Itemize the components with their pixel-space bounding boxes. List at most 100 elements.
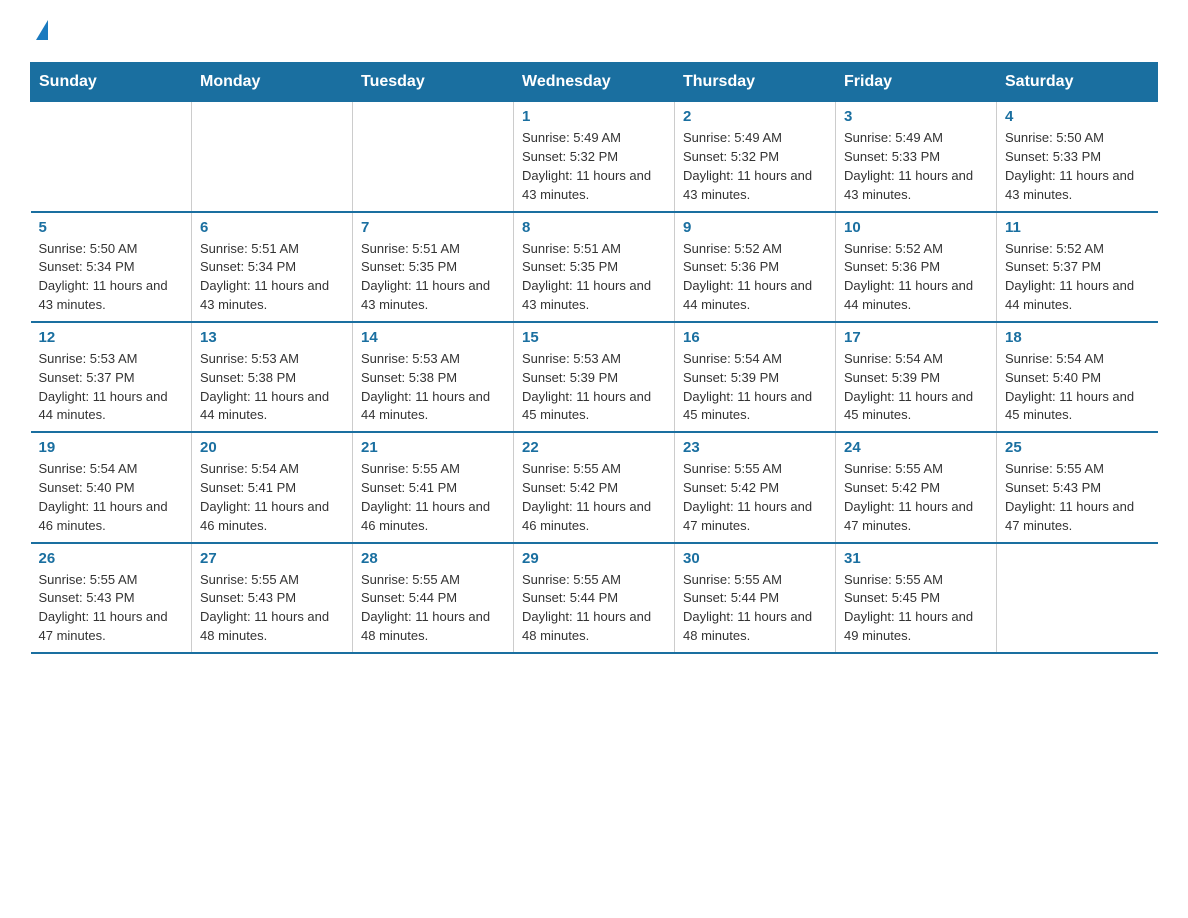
calendar-cell [353,102,514,212]
calendar-cell: 10 Sunrise: 5:52 AM Sunset: 5:36 PM Dayli… [836,212,997,322]
page-header [30,20,1158,42]
day-number: 27 [200,550,344,567]
calendar-cell: 28Sunrise: 5:55 AM Sunset: 5:44 PM Dayli… [353,543,514,653]
day-info: Sunrise: 5:55 AM Sunset: 5:43 PM Dayligh… [1005,460,1150,535]
calendar-cell: 14 Sunrise: 5:53 AM Sunset: 5:38 PM Dayli… [353,322,514,432]
day-info: Sunrise: 5:55 AM Sunset: 5:44 PM Dayligh… [683,571,827,646]
week-row-4: 26 Sunrise: 5:55 AM Sunset: 5:43 PM Dayli… [31,543,1158,653]
day-number: 25 [1005,439,1150,456]
day-number: 20 [200,439,344,456]
calendar-cell: 3 Sunrise: 5:49 AM Sunset: 5:33 PM Daylig… [836,102,997,212]
header-wednesday: Wednesday [514,63,675,102]
calendar-cell [31,102,192,212]
calendar-cell: 30Sunrise: 5:55 AM Sunset: 5:44 PM Dayli… [675,543,836,653]
calendar-cell: 8 Sunrise: 5:51 AM Sunset: 5:35 PM Daylig… [514,212,675,322]
day-number: 21 [361,439,505,456]
calendar-cell: 13Sunrise: 5:53 AM Sunset: 5:38 PM Dayli… [192,322,353,432]
day-info: Sunrise: 5:54 AM Sunset: 5:40 PM Dayligh… [39,460,184,535]
day-number: 5 [39,219,184,236]
header-sunday: Sunday [31,63,192,102]
day-info: Sunrise: 5:50 AM Sunset: 5:34 PM Dayligh… [39,240,184,315]
day-info: Sunrise: 5:52 AM Sunset: 5:36 PM Dayligh… [683,240,827,315]
calendar-cell: 16 Sunrise: 5:54 AM Sunset: 5:39 PM Dayli… [675,322,836,432]
day-number: 23 [683,439,827,456]
day-number: 19 [39,439,184,456]
day-info: Sunrise: 5:55 AM Sunset: 5:41 PM Dayligh… [361,460,505,535]
header-saturday: Saturday [997,63,1158,102]
calendar-cell: 19 Sunrise: 5:54 AM Sunset: 5:40 PM Dayli… [31,432,192,542]
day-info: Sunrise: 5:51 AM Sunset: 5:34 PM Dayligh… [200,240,344,315]
day-info: Sunrise: 5:55 AM Sunset: 5:42 PM Dayligh… [683,460,827,535]
day-number: 1 [522,108,666,125]
day-info: Sunrise: 5:51 AM Sunset: 5:35 PM Dayligh… [522,240,666,315]
header-tuesday: Tuesday [353,63,514,102]
day-info: Sunrise: 5:50 AM Sunset: 5:33 PM Dayligh… [1005,129,1150,204]
calendar-cell: 27 Sunrise: 5:55 AM Sunset: 5:43 PM Dayli… [192,543,353,653]
day-number: 9 [683,219,827,236]
day-number: 12 [39,329,184,346]
header-monday: Monday [192,63,353,102]
header-friday: Friday [836,63,997,102]
calendar-cell: 21 Sunrise: 5:55 AM Sunset: 5:41 PM Dayli… [353,432,514,542]
day-info: Sunrise: 5:53 AM Sunset: 5:37 PM Dayligh… [39,350,184,425]
logo [30,20,48,42]
day-info: Sunrise: 5:51 AM Sunset: 5:35 PM Dayligh… [361,240,505,315]
day-info: Sunrise: 5:55 AM Sunset: 5:44 PM Dayligh… [522,571,666,646]
logo-triangle-icon [36,20,48,40]
day-number: 13 [200,329,344,346]
calendar-cell: 15 Sunrise: 5:53 AM Sunset: 5:39 PM Dayli… [514,322,675,432]
day-info: Sunrise: 5:52 AM Sunset: 5:37 PM Dayligh… [1005,240,1150,315]
day-info: Sunrise: 5:54 AM Sunset: 5:39 PM Dayligh… [683,350,827,425]
calendar-cell: 17 Sunrise: 5:54 AM Sunset: 5:39 PM Dayli… [836,322,997,432]
header-thursday: Thursday [675,63,836,102]
day-number: 4 [1005,108,1150,125]
day-number: 24 [844,439,988,456]
day-number: 10 [844,219,988,236]
day-number: 31 [844,550,988,567]
calendar-cell: 31 Sunrise: 5:55 AM Sunset: 5:45 PM Dayli… [836,543,997,653]
calendar-cell: 20 Sunrise: 5:54 AM Sunset: 5:41 PM Dayli… [192,432,353,542]
calendar-cell: 9 Sunrise: 5:52 AM Sunset: 5:36 PM Daylig… [675,212,836,322]
day-info: Sunrise: 5:55 AM Sunset: 5:43 PM Dayligh… [200,571,344,646]
day-info: Sunrise: 5:55 AM Sunset: 5:42 PM Dayligh… [844,460,988,535]
day-number: 15 [522,329,666,346]
day-info: Sunrise: 5:49 AM Sunset: 5:32 PM Dayligh… [683,129,827,204]
calendar-cell: 1Sunrise: 5:49 AM Sunset: 5:32 PM Daylig… [514,102,675,212]
calendar-cell: 24 Sunrise: 5:55 AM Sunset: 5:42 PM Dayli… [836,432,997,542]
day-info: Sunrise: 5:55 AM Sunset: 5:45 PM Dayligh… [844,571,988,646]
day-number: 28 [361,550,505,567]
calendar-cell: 11Sunrise: 5:52 AM Sunset: 5:37 PM Dayli… [997,212,1158,322]
calendar-cell: 18 Sunrise: 5:54 AM Sunset: 5:40 PM Dayli… [997,322,1158,432]
day-info: Sunrise: 5:55 AM Sunset: 5:43 PM Dayligh… [39,571,184,646]
calendar-cell [192,102,353,212]
day-info: Sunrise: 5:54 AM Sunset: 5:39 PM Dayligh… [844,350,988,425]
calendar-body: 1 Sunrise: 5:49 AM Sunset: 5:32 PM Daylig… [31,102,1158,654]
calendar-cell [997,543,1158,653]
calendar-cell: 5 Sunrise: 5:50 AM Sunset: 5:34 PM Daylig… [31,212,192,322]
calendar-cell: 4 Sunrise: 5:50 AM Sunset: 5:33 PM Daylig… [997,102,1158,212]
day-number: 6 [200,219,344,236]
day-info: Sunrise: 5:49 AM Sunset: 5:33 PM Dayligh… [844,129,988,204]
day-number: 26 [39,550,184,567]
calendar-header: SundayMondayTuesdayWednesdayThursdayFrid… [31,63,1158,102]
calendar-cell: 29 Sunrise: 5:55 AM Sunset: 5:44 PM Dayli… [514,543,675,653]
calendar-cell: 6 Sunrise: 5:51 AM Sunset: 5:34 PM Daylig… [192,212,353,322]
day-info: Sunrise: 5:53 AM Sunset: 5:39 PM Dayligh… [522,350,666,425]
day-info: Sunrise: 5:54 AM Sunset: 5:41 PM Dayligh… [200,460,344,535]
day-number: 18 [1005,329,1150,346]
day-number: 14 [361,329,505,346]
day-number: 16 [683,329,827,346]
calendar-cell: 23 Sunrise: 5:55 AM Sunset: 5:42 PM Dayli… [675,432,836,542]
week-row-0: 1 Sunrise: 5:49 AM Sunset: 5:32 PM Daylig… [31,102,1158,212]
day-number: 29 [522,550,666,567]
calendar-cell: 22Sunrise: 5:55 AM Sunset: 5:42 PM Dayli… [514,432,675,542]
day-info: Sunrise: 5:54 AM Sunset: 5:40 PM Dayligh… [1005,350,1150,425]
day-info: Sunrise: 5:52 AM Sunset: 5:36 PM Dayligh… [844,240,988,315]
day-info: Sunrise: 5:53 AM Sunset: 5:38 PM Dayligh… [361,350,505,425]
calendar-cell: 25 Sunrise: 5:55 AM Sunset: 5:43 PM Dayli… [997,432,1158,542]
day-number: 8 [522,219,666,236]
day-number: 17 [844,329,988,346]
day-number: 3 [844,108,988,125]
day-info: Sunrise: 5:55 AM Sunset: 5:42 PM Dayligh… [522,460,666,535]
calendar-cell: 7Sunrise: 5:51 AM Sunset: 5:35 PM Daylig… [353,212,514,322]
